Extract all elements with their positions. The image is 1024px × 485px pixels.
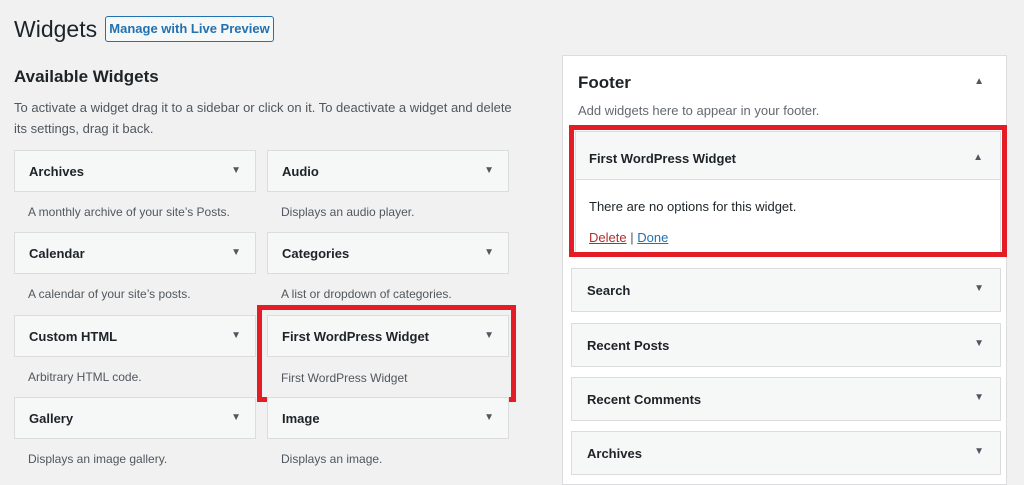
arrow-down-icon[interactable]: ▼ (231, 330, 241, 341)
arrow-down-icon[interactable]: ▼ (231, 165, 241, 176)
arrow-down-icon[interactable]: ▼ (484, 247, 494, 258)
sidebar-title[interactable]: Footer (578, 73, 631, 93)
widget-title: Recent Comments (587, 392, 702, 407)
widget-custom-html[interactable]: Custom HTML ▼ Arbitrary HTML code. (14, 315, 256, 384)
available-widgets-title: Available Widgets (14, 67, 159, 86)
sidebar-widget-recent-comments[interactable]: Recent Comments ▼ (571, 377, 1001, 421)
widget-title: Calendar (29, 246, 85, 261)
arrow-up-icon[interactable]: ▲ (974, 76, 984, 87)
widget-description: A calendar of your site’s posts. (28, 287, 191, 301)
page-title: Widgets (14, 16, 98, 42)
arrow-down-icon[interactable]: ▼ (484, 412, 494, 423)
widget-title: Archives (29, 164, 84, 179)
sidebar-widget-search[interactable]: Search ▼ (571, 268, 1001, 312)
widget-audio[interactable]: Audio ▼ Displays an audio player. (267, 150, 509, 219)
widget-header[interactable]: Audio ▼ (267, 150, 509, 192)
widget-description: Displays an audio player. (281, 205, 415, 219)
available-widgets-description: To activate a widget drag it to a sideba… (14, 100, 512, 136)
widget-description: Displays an image gallery. (28, 452, 168, 466)
sidebar-description: Add widgets here to appear in your foote… (578, 103, 820, 118)
arrow-down-icon[interactable]: ▼ (974, 446, 984, 457)
widget-title: Categories (282, 246, 350, 261)
arrow-down-icon[interactable]: ▼ (974, 338, 984, 349)
widget-header[interactable]: Archives ▼ (14, 150, 256, 192)
widget-description: A monthly archive of your site’s Posts. (28, 205, 230, 219)
sidebar-widget-recent-posts[interactable]: Recent Posts ▼ (571, 323, 1001, 367)
widget-gallery[interactable]: Gallery ▼ Displays an image gallery. (14, 397, 256, 466)
widget-header[interactable]: Gallery ▼ (14, 397, 256, 439)
highlight-box (257, 305, 516, 402)
widget-title: Archives (587, 446, 642, 461)
manage-live-preview-button[interactable]: Manage with Live Preview (105, 16, 274, 42)
arrow-down-icon[interactable]: ▼ (484, 165, 494, 176)
sidebar-widget-archives[interactable]: Archives ▼ (571, 431, 1001, 475)
widget-title: Search (587, 283, 631, 298)
arrow-down-icon[interactable]: ▼ (974, 283, 984, 294)
widget-title: Audio (282, 164, 319, 179)
widget-header[interactable]: Custom HTML ▼ (14, 315, 256, 357)
widget-header[interactable]: Categories ▼ (267, 232, 509, 274)
widget-description: Displays an image. (281, 452, 383, 466)
widget-title: Image (282, 411, 320, 426)
highlight-box (569, 125, 1007, 257)
widget-title: Recent Posts (587, 338, 670, 353)
arrow-down-icon[interactable]: ▼ (231, 412, 241, 423)
arrow-down-icon[interactable]: ▼ (974, 392, 984, 403)
widget-description: Arbitrary HTML code. (28, 370, 142, 384)
widget-header[interactable]: Calendar ▼ (14, 232, 256, 274)
widget-categories[interactable]: Categories ▼ A list or dropdown of categ… (267, 232, 509, 301)
widget-title: Custom HTML (29, 329, 118, 344)
widget-image[interactable]: Image ▼ Displays an image. (267, 397, 509, 466)
widget-calendar[interactable]: Calendar ▼ A calendar of your site’s pos… (14, 232, 256, 301)
footer-sidebar: Footer ▲ Add widgets here to appear in y… (562, 55, 1007, 485)
arrow-down-icon[interactable]: ▼ (231, 247, 241, 258)
widget-archives[interactable]: Archives ▼ A monthly archive of your sit… (14, 150, 256, 219)
widget-header[interactable]: Image ▼ (267, 397, 509, 439)
widget-description: A list or dropdown of categories. (281, 287, 452, 301)
widget-title: Gallery (29, 411, 74, 426)
